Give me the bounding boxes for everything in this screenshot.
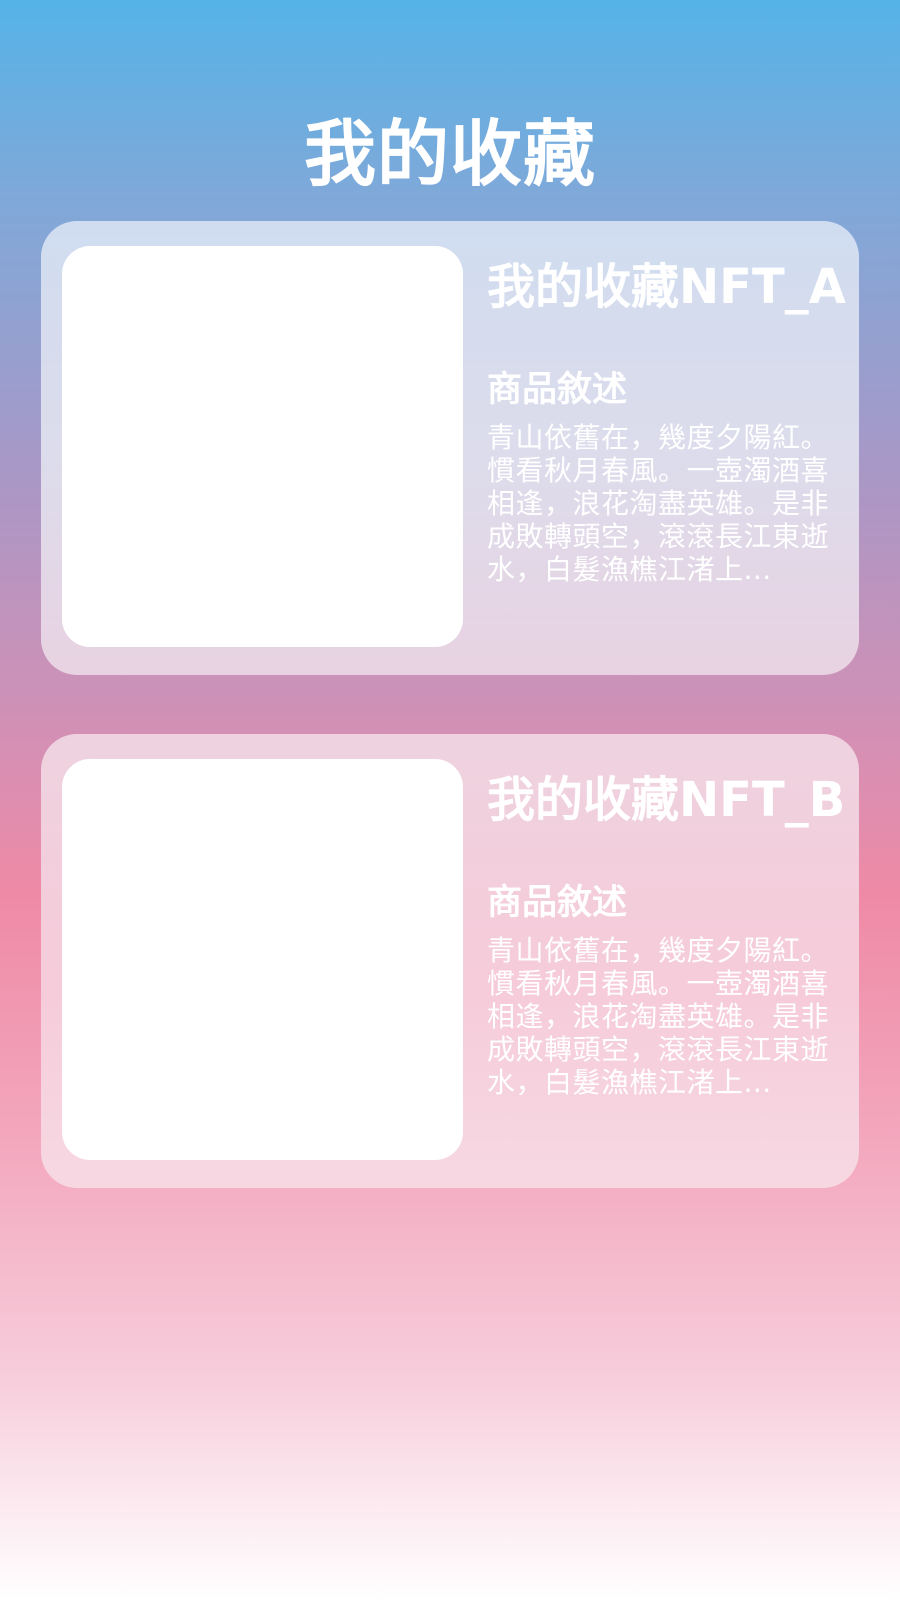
- page-title: 我的收藏: [303, 112, 596, 197]
- nft-card-a[interactable]: 我的收藏NFT_A 商品敘述 青山依舊在，幾度夕陽紅。慣看秋月春風。一壺濁酒喜相…: [41, 221, 859, 675]
- description-label: 商品敘述: [487, 370, 628, 410]
- nft-image-placeholder[interactable]: [62, 759, 463, 1160]
- description-text: 青山依舊在，幾度夕陽紅。慣看秋月春風。一壺濁酒喜相逢，浪花淘盡英雄。是非成敗轉頭…: [487, 934, 830, 1099]
- description-text: 青山依舊在，幾度夕陽紅。慣看秋月春風。一壺濁酒喜相逢，浪花淘盡英雄。是非成敗轉頭…: [487, 421, 830, 586]
- nft-card-b[interactable]: 我的收藏NFT_B 商品敘述 青山依舊在，幾度夕陽紅。慣看秋月春風。一壺濁酒喜相…: [41, 734, 859, 1188]
- nft-title: 我的收藏NFT_B: [487, 772, 846, 828]
- nft-image-placeholder[interactable]: [62, 246, 463, 647]
- nft-title: 我的收藏NFT_A: [487, 259, 846, 315]
- description-label: 商品敘述: [487, 883, 628, 923]
